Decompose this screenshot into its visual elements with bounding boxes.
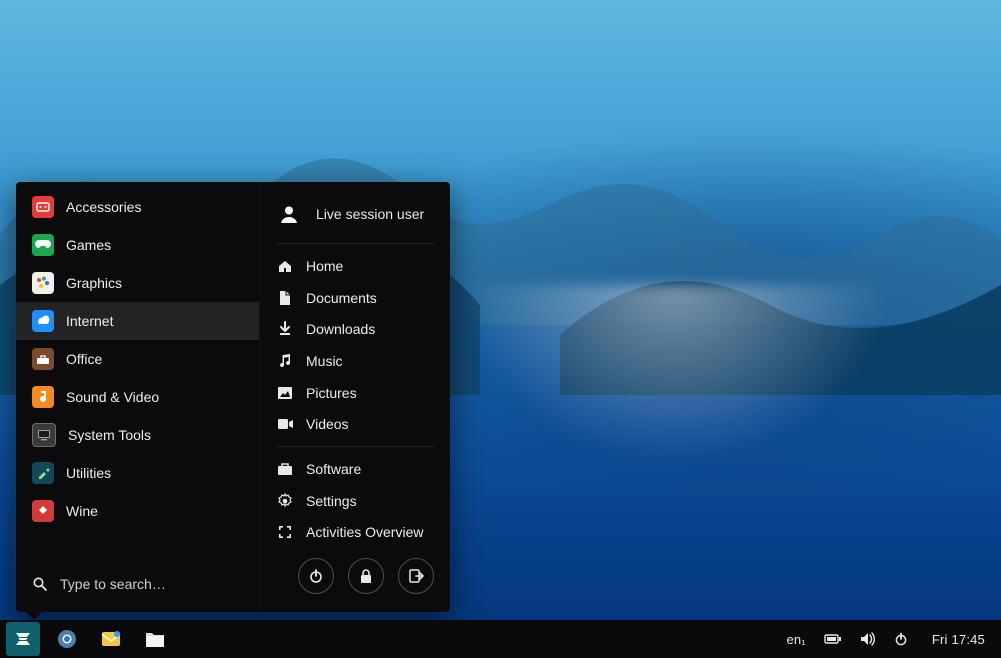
- system-software[interactable]: Software: [260, 453, 450, 485]
- category-label: Internet: [66, 313, 243, 329]
- place-downloads[interactable]: Downloads: [260, 314, 450, 346]
- place-music[interactable]: Music: [260, 345, 450, 377]
- place-label: Pictures: [306, 385, 434, 401]
- category-label: Office: [66, 351, 243, 367]
- category-label: Accessories: [66, 199, 243, 215]
- search-input[interactable]: [58, 575, 243, 593]
- divider: [276, 446, 434, 447]
- user-name: Live session user: [316, 206, 424, 222]
- user-header[interactable]: Live session user: [260, 188, 450, 237]
- home-icon: [276, 257, 294, 275]
- place-label: Music: [306, 353, 434, 369]
- place-documents[interactable]: Documents: [260, 282, 450, 314]
- office-icon: [32, 348, 54, 370]
- mail-icon: [100, 629, 122, 649]
- category-utilities[interactable]: Utilities: [16, 454, 259, 492]
- lock-button[interactable]: [348, 558, 384, 594]
- battery-icon[interactable]: [824, 633, 842, 645]
- power-button[interactable]: [298, 558, 334, 594]
- system-label: Settings: [306, 493, 434, 509]
- category-accessories[interactable]: Accessories: [16, 188, 259, 226]
- wallpaper-reflection: [460, 285, 890, 465]
- place-pictures[interactable]: Pictures: [260, 377, 450, 409]
- category-label: Utilities: [66, 465, 243, 481]
- category-label: Wine: [66, 503, 243, 519]
- taskbar-app-mail[interactable]: [94, 622, 128, 656]
- downloads-icon: [276, 320, 294, 338]
- sound-video-icon: [32, 386, 54, 408]
- category-sound-video[interactable]: Sound & Video: [16, 378, 259, 416]
- files-icon: [144, 629, 166, 649]
- user-icon: [276, 201, 302, 227]
- accessories-icon: [32, 196, 54, 218]
- category-wine[interactable]: Wine: [16, 492, 259, 530]
- search-icon: [32, 576, 48, 592]
- category-label: Sound & Video: [66, 389, 243, 405]
- logout-button[interactable]: [398, 558, 434, 594]
- category-label: Games: [66, 237, 243, 253]
- system-tools-icon: [32, 423, 56, 447]
- place-videos[interactable]: Videos: [260, 409, 450, 441]
- place-label: Downloads: [306, 321, 434, 337]
- desktop: Accessories Games Graphics Internet: [0, 0, 1001, 658]
- pictures-icon: [276, 384, 294, 402]
- search-row: [16, 562, 259, 606]
- taskbar-left: [0, 622, 172, 656]
- system-label: Activities Overview: [306, 524, 434, 540]
- games-icon: [32, 234, 54, 256]
- volume-icon[interactable]: [860, 632, 876, 646]
- place-label: Home: [306, 258, 434, 274]
- internet-icon: [32, 310, 54, 332]
- taskbar-app-files[interactable]: [138, 622, 172, 656]
- category-office[interactable]: Office: [16, 340, 259, 378]
- power-icon: [308, 568, 324, 584]
- category-label: System Tools: [68, 427, 243, 443]
- place-label: Documents: [306, 290, 434, 306]
- start-button[interactable]: [6, 622, 40, 656]
- session-power-icon[interactable]: [894, 632, 908, 646]
- session-actions: [260, 548, 450, 606]
- taskbar: en₁ Fri 17:45: [0, 620, 1001, 658]
- keyboard-layout-indicator[interactable]: en₁: [786, 632, 805, 647]
- zorin-logo-icon: [12, 628, 34, 650]
- system-activities[interactable]: Activities Overview: [260, 516, 450, 548]
- chromium-icon: [56, 628, 78, 650]
- videos-icon: [276, 415, 294, 433]
- documents-icon: [276, 289, 294, 307]
- clock[interactable]: Fri 17:45: [932, 632, 985, 647]
- category-internet[interactable]: Internet: [16, 302, 259, 340]
- start-menu: Accessories Games Graphics Internet: [16, 182, 450, 612]
- settings-icon: [276, 492, 294, 510]
- system-settings[interactable]: Settings: [260, 485, 450, 517]
- system-label: Software: [306, 461, 434, 477]
- software-icon: [276, 460, 294, 478]
- category-system-tools[interactable]: System Tools: [16, 416, 259, 454]
- places-column: Live session user Home Documents Downloa…: [259, 182, 450, 612]
- place-home[interactable]: Home: [260, 250, 450, 282]
- taskbar-right: en₁ Fri 17:45: [786, 632, 1001, 647]
- divider: [276, 243, 434, 244]
- category-label: Graphics: [66, 275, 243, 291]
- lock-icon: [359, 568, 373, 584]
- logout-icon: [408, 568, 424, 584]
- wine-icon: [32, 500, 54, 522]
- activities-icon: [276, 523, 294, 541]
- utilities-icon: [32, 462, 54, 484]
- category-column: Accessories Games Graphics Internet: [16, 182, 259, 612]
- music-icon: [276, 352, 294, 370]
- category-graphics[interactable]: Graphics: [16, 264, 259, 302]
- category-games[interactable]: Games: [16, 226, 259, 264]
- taskbar-app-chromium[interactable]: [50, 622, 84, 656]
- graphics-icon: [32, 272, 54, 294]
- place-label: Videos: [306, 416, 434, 432]
